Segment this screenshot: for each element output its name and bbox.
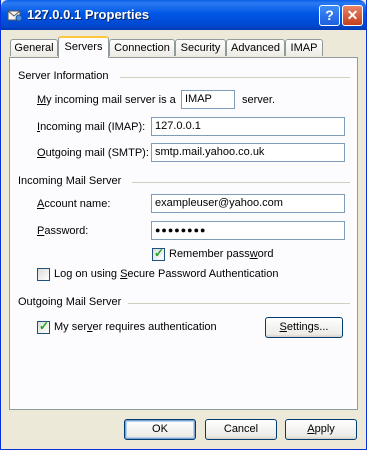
incoming-type-suffix: server. <box>242 94 276 106</box>
account-name-label: Account name: <box>37 198 111 210</box>
group-divider <box>132 182 350 183</box>
tab-servers[interactable]: Servers <box>58 36 109 58</box>
remember-password-label: Remember password <box>169 248 274 260</box>
checkmark-icon: ✓ <box>39 319 50 333</box>
group-divider <box>120 77 350 78</box>
server-requires-auth-label: My server requires authentication <box>54 321 217 333</box>
password-label: Password: <box>37 225 89 237</box>
incoming-mail-server-input[interactable]: 127.0.0.1 <box>151 117 345 136</box>
incoming-mail-server-heading: Incoming Mail Server <box>18 175 122 187</box>
checkmark-icon: ✓ <box>154 246 165 260</box>
window-title: 127.0.0.1 Properties <box>27 7 150 22</box>
incoming-mail-label: Incoming mail (IMAP): <box>37 121 146 133</box>
properties-dialog: 127.0.0.1 Properties ? ✕ General Servers… <box>0 0 367 450</box>
close-button[interactable]: ✕ <box>342 5 363 26</box>
group-divider <box>128 303 350 304</box>
tab-general[interactable]: General <box>10 39 58 56</box>
outgoing-mail-label: Outgoing mail (SMTP): <box>37 147 149 159</box>
server-requires-auth-checkbox[interactable]: ✓ <box>37 319 50 334</box>
cancel-button[interactable]: Cancel <box>205 419 277 440</box>
spa-label: Log on using Secure Password Authenticat… <box>54 268 279 280</box>
settings-button[interactable]: Settings... <box>265 317 343 338</box>
incoming-type-label: My incoming mail server is a <box>37 94 176 106</box>
outgoing-mail-server-heading: Outgoing Mail Server <box>18 296 122 308</box>
incoming-server-type-field[interactable]: IMAP <box>181 90 235 109</box>
ok-button[interactable]: OK <box>124 419 196 440</box>
tab-security[interactable]: Security <box>175 39 226 56</box>
help-icon: ? <box>325 7 334 23</box>
mail-account-icon <box>7 10 23 22</box>
help-button[interactable]: ? <box>319 5 340 26</box>
apply-button[interactable]: Apply <box>285 419 357 440</box>
account-name-input[interactable]: exampleuser@yahoo.com <box>151 194 345 213</box>
servers-tab-panel: Server Information My incoming mail serv… <box>9 57 358 410</box>
tab-advanced[interactable]: Advanced <box>226 39 285 56</box>
outgoing-mail-server-input[interactable]: smtp.mail.yahoo.co.uk <box>151 143 345 162</box>
tab-connection[interactable]: Connection <box>109 39 175 56</box>
password-input[interactable]: ●●●●●●●● <box>151 221 345 240</box>
title-bar[interactable]: 127.0.0.1 Properties ? ✕ <box>1 0 366 30</box>
server-information-heading: Server Information <box>18 70 109 82</box>
tab-imap[interactable]: IMAP <box>285 39 323 56</box>
remember-password-checkbox[interactable]: ✓ <box>152 246 165 261</box>
spa-checkbox[interactable] <box>37 268 50 281</box>
close-icon: ✕ <box>346 7 359 23</box>
